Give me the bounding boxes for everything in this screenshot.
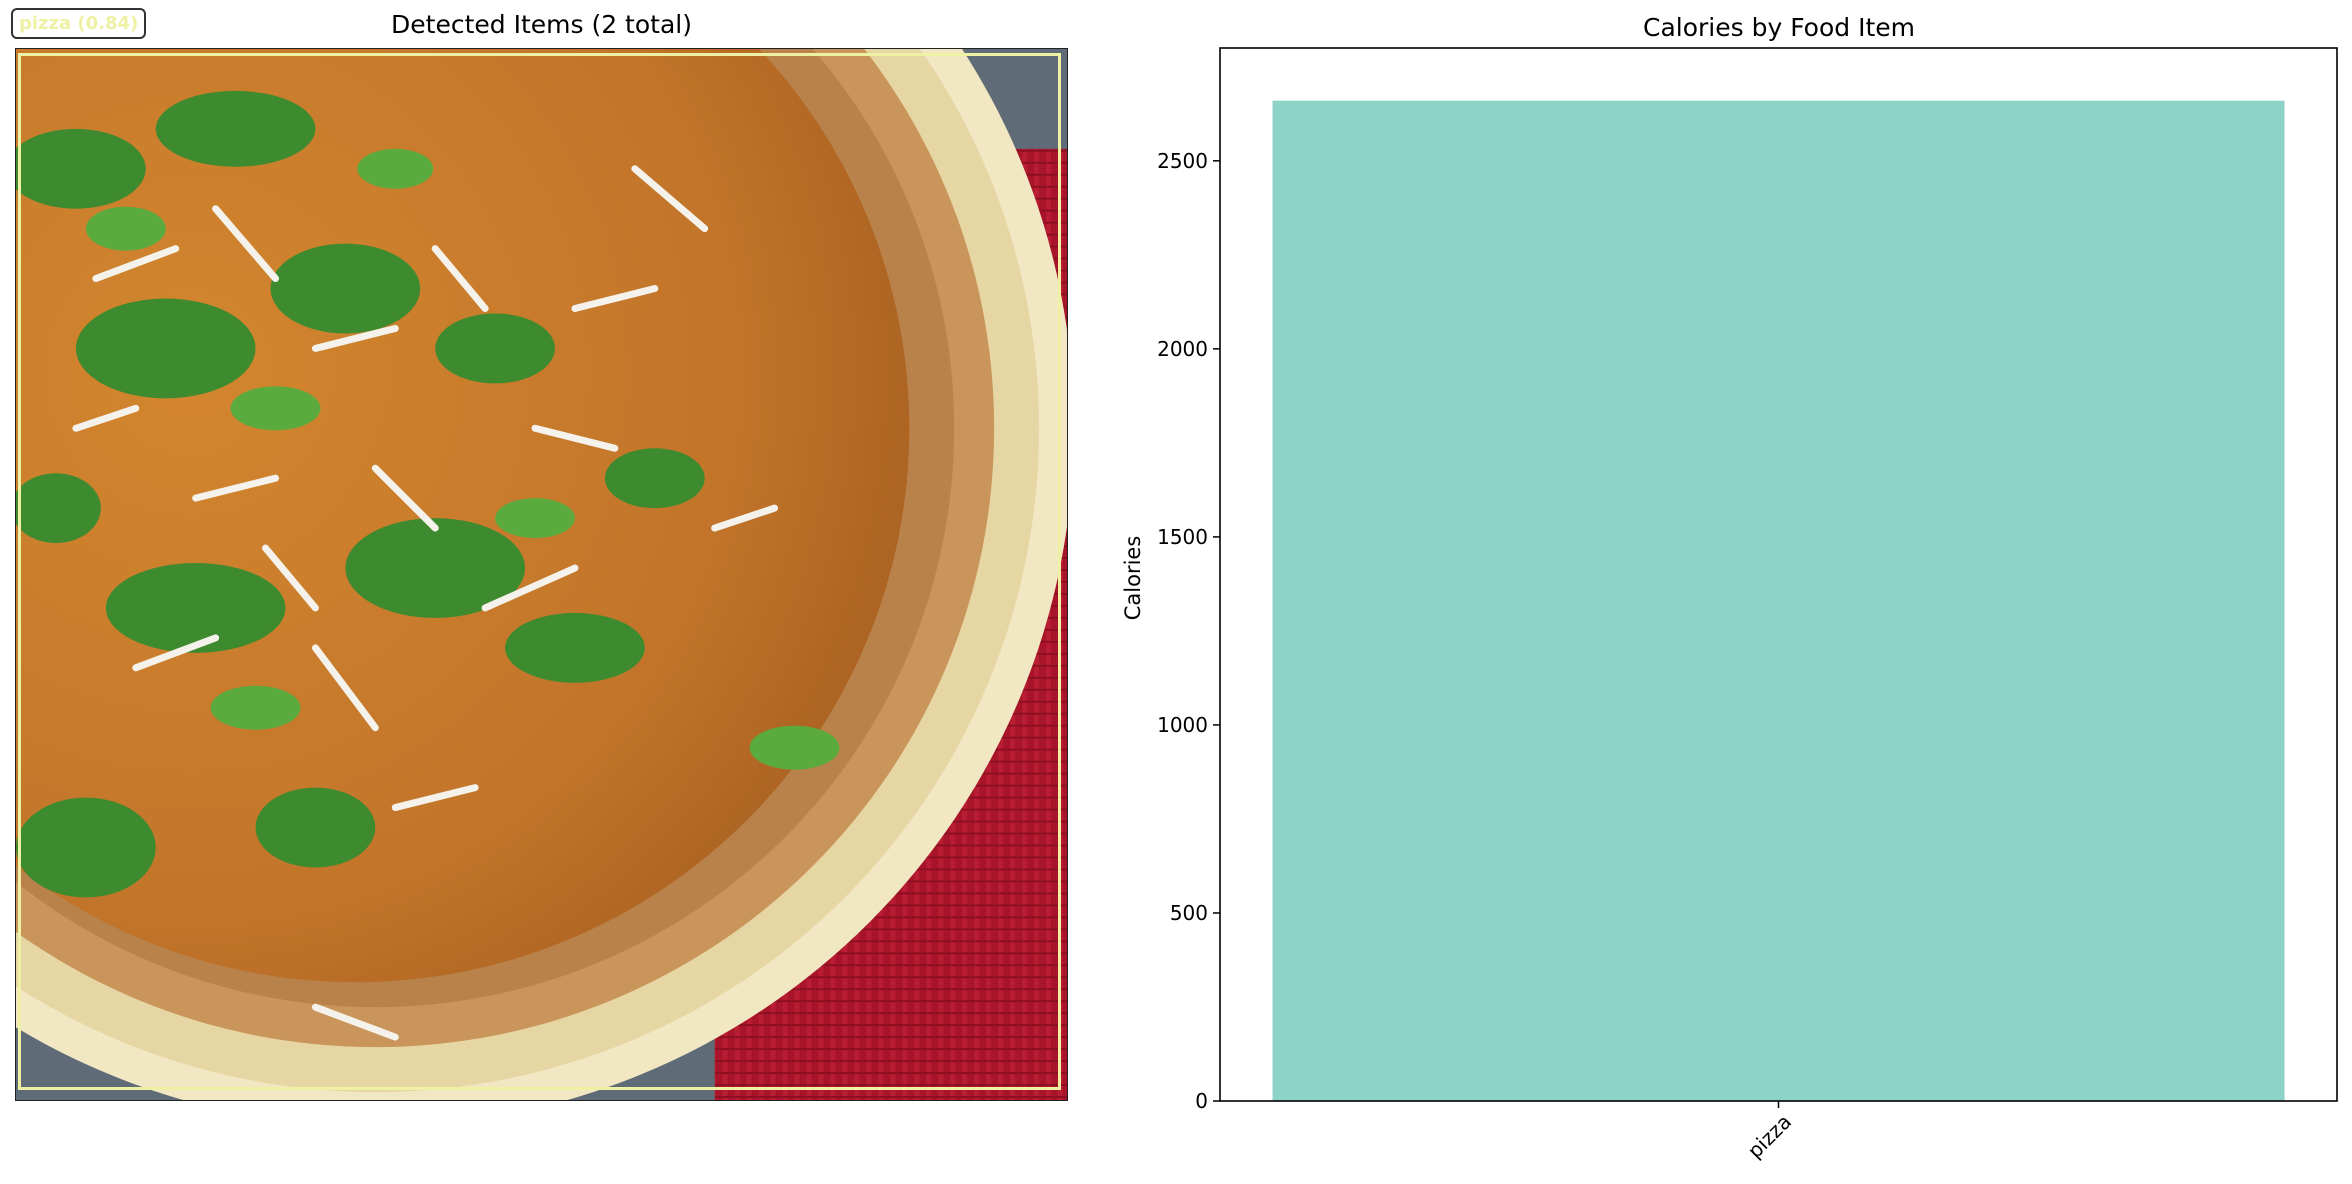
calories-bar-chart: Calories by Food Item Calories 0 500 1000 1… [1121, 13, 2338, 1163]
y-tick-label: 0 [1195, 1089, 1208, 1113]
bars-layer [1272, 100, 2285, 1101]
x-ticks: pizza [1743, 1101, 1796, 1163]
y-axis-label: Calories [1121, 536, 1145, 621]
y-tick-label: 2000 [1157, 337, 1208, 361]
chart-title: Calories by Food Item [1643, 13, 1915, 42]
y-tick-label: 1000 [1157, 713, 1208, 737]
y-tick-label: 1500 [1157, 525, 1208, 549]
y-tick-label: 500 [1170, 901, 1208, 925]
x-tick-label-pizza: pizza [1743, 1110, 1796, 1163]
bar-pizza [1272, 100, 2285, 1101]
y-tick-label: 2500 [1157, 149, 1208, 173]
y-ticks: 0 500 1000 1500 2000 2500 [1157, 149, 1220, 1113]
